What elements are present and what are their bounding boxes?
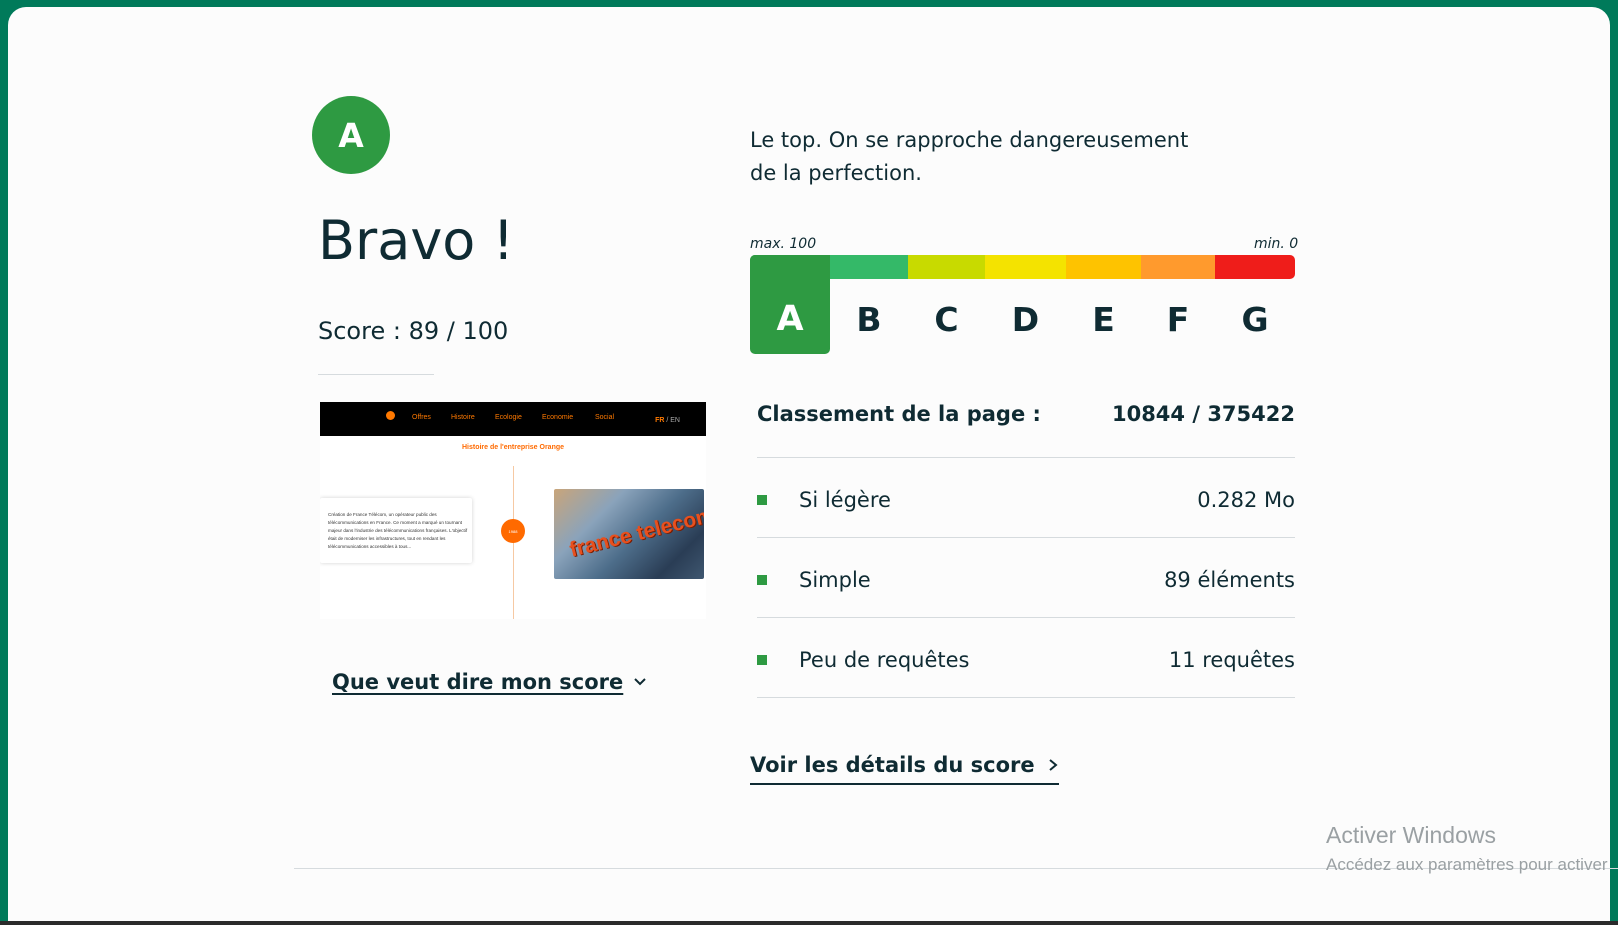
row-divider [757,697,1295,698]
metric-label: Peu de requêtes [799,648,970,672]
preview-nav-link: Ecologie [495,414,522,421]
row-divider [757,457,1295,458]
grade-badge: A [312,96,390,174]
scale-max-label: max. 100 [750,236,817,252]
windows-activation-watermark: Activer Windows Accédez aux paramètres p… [1326,822,1608,875]
divider [318,374,434,375]
preview-lang-switch: FR / EN [655,417,680,424]
scale-letter: G [1241,300,1269,339]
scale-letter-active: A [750,255,830,354]
metric-row-elements: Simple 89 éléments [757,568,1295,592]
preview-year-marker: 1988 [501,519,525,543]
preview-card: Création de France Télécom, un opérateur… [320,498,472,563]
metric-label: Simple [799,568,871,592]
bullet-icon [757,495,767,505]
metric-value: 89 éléments [1164,568,1295,592]
scale-letter: B [856,300,882,339]
metric-value: 11 requêtes [1168,648,1295,672]
scale-min-label: min. 0 [1254,236,1299,252]
scale-letter: E [1092,300,1115,339]
metric-row-requests: Peu de requêtes 11 requêtes [757,648,1295,672]
preview-nav-link: Social [595,414,615,421]
score-details-link[interactable]: Voir les détails du score [750,753,1059,785]
preview-nav-link: Economie [542,414,574,421]
preview-photo: france telecom [554,489,704,579]
watermark-title: Activer Windows [1326,822,1496,848]
score-details-label: Voir les détails du score [750,753,1035,777]
page-ranking: Classement de la page : 10844 / 375422 [757,402,1295,426]
taskbar-edge [0,921,1618,925]
chevron-down-icon [634,678,646,686]
ranking-value: 10844 / 375422 [1111,402,1295,426]
scale-letter: D [1011,300,1040,339]
score-meaning-link[interactable]: Que veut dire mon score [332,670,647,694]
preview-photo-sign: france telecom [567,503,704,562]
scale-letter: F [1166,300,1190,339]
score-meaning-label: Que veut dire mon score [332,670,624,694]
chevron-right-icon [1048,759,1058,771]
orange-logo-icon [386,411,395,420]
page-screenshot-preview: Offres Histoire Ecologie Economie Social… [320,402,706,619]
grade-scale-letters: A B C D E F G [750,255,1295,355]
preview-heading: Histoire de l'entreprise Orange [461,444,565,451]
metric-row-weight: Si légère 0.282 Mo [757,488,1295,512]
score-text: Score : 89 / 100 [318,317,509,345]
preview-navbar: Offres Histoire Ecologie Economie Social… [320,402,706,436]
scale-letter: C [934,300,959,339]
metric-value: 0.282 Mo [1197,488,1295,512]
result-title: Bravo ! [318,209,515,272]
ranking-label: Classement de la page : [757,402,1041,426]
bullet-icon [757,575,767,585]
preview-nav-link: Histoire [451,414,475,421]
row-divider [757,617,1295,618]
bullet-icon [757,655,767,665]
metric-label: Si légère [799,488,891,512]
score-description: Le top. On se rapproche dangereusement d… [750,128,1189,185]
row-divider [757,537,1295,538]
watermark-subtitle: Accédez aux paramètres pour activer [1326,855,1608,874]
preview-nav-link: Offres [412,414,431,421]
